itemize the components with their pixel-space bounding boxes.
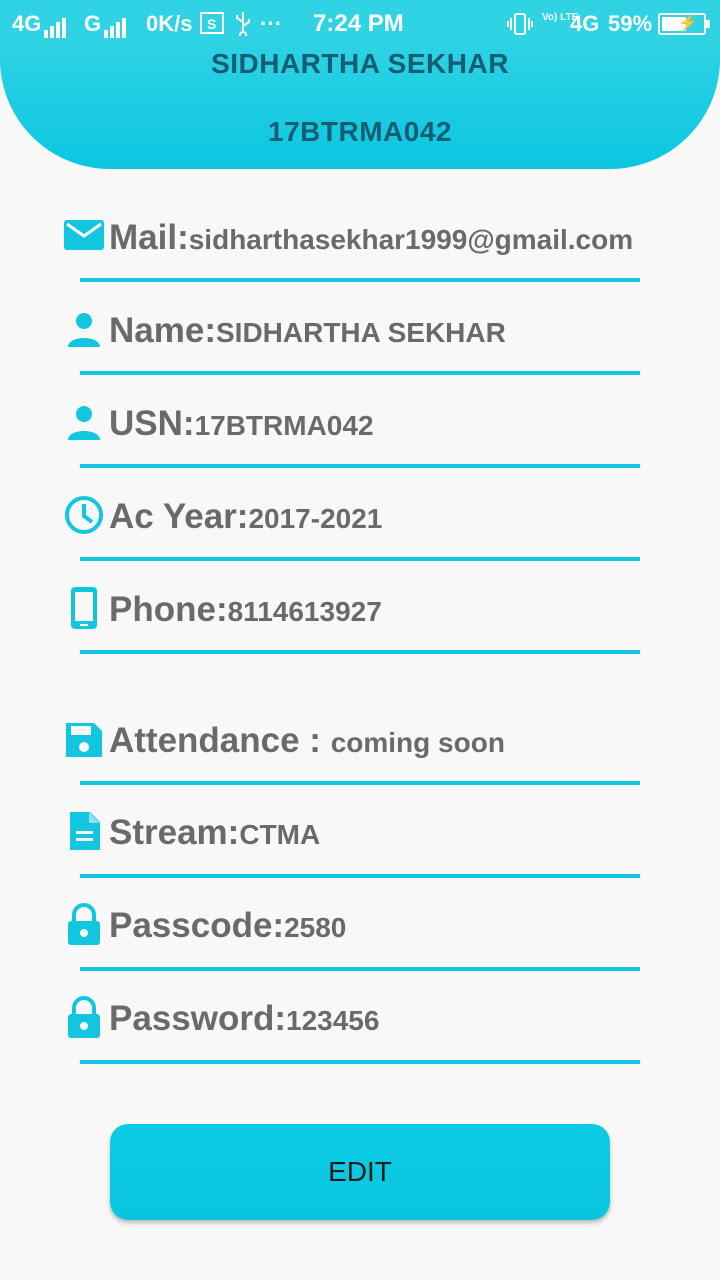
clock-time: 7:24 PM — [313, 10, 404, 37]
field-text: Ac Year:2017-2021 — [109, 497, 382, 537]
field-label: Attendance : — [109, 721, 331, 760]
clock-icon — [62, 493, 106, 537]
screenshot-icon: S — [200, 12, 224, 41]
field-text: Password:123456 — [109, 999, 379, 1039]
field-row: Ac Year:2017-2021 — [0, 493, 720, 553]
field-value: coming soon — [330, 727, 505, 758]
net-speed: 0K/s — [146, 11, 193, 36]
field-value: 2017-2021 — [248, 503, 383, 534]
field-value: CTMA — [239, 819, 321, 850]
field-value: SIDHARTHA SEKHAR — [215, 317, 506, 348]
field-text: Stream:CTMA — [109, 813, 320, 853]
field-value: 8114613927 — [227, 596, 382, 627]
lock-icon — [62, 995, 106, 1039]
save-icon — [62, 717, 106, 761]
field-underline — [80, 278, 640, 282]
battery-percent: 59% — [608, 11, 653, 36]
field-label: Mail: — [109, 218, 189, 257]
field-text: Attendance : coming soon — [109, 721, 505, 761]
field-underline — [80, 874, 640, 878]
field-row: Attendance : coming soon — [0, 717, 720, 777]
field-row: Mail:sidharthasekhar1999@gmail.com — [0, 214, 720, 274]
field-underline — [80, 557, 640, 561]
vibrate-icon — [506, 12, 534, 43]
field-row: Password:123456 — [0, 995, 720, 1055]
more-icon: ··· — [260, 11, 282, 36]
lock-icon — [62, 902, 106, 946]
person-icon — [62, 307, 106, 351]
field-row: Stream:CTMA — [0, 809, 720, 869]
usb-icon — [234, 10, 252, 43]
header-name: SIDHARTHA SEKHAR — [211, 48, 509, 79]
field-text: USN:17BTRMA042 — [109, 404, 374, 444]
field-value: 17BTRMA042 — [194, 410, 374, 441]
field-label: Ac Year: — [109, 497, 249, 536]
field-underline — [80, 1060, 640, 1064]
field-label: USN: — [109, 404, 195, 443]
field-underline — [80, 650, 640, 654]
field-value: 2580 — [284, 912, 347, 943]
field-label: Passcode: — [109, 906, 285, 945]
field-text: Name:SIDHARTHA SEKHAR — [109, 311, 506, 351]
volte-label: Vo) LTE — [542, 12, 579, 23]
network-g-label: G — [84, 11, 102, 36]
field-underline — [80, 464, 640, 468]
field-text: Phone:8114613927 — [109, 590, 382, 630]
svg-text:S: S — [207, 16, 216, 32]
field-text: Mail:sidharthasekhar1999@gmail.com — [109, 218, 633, 258]
field-label: Password: — [109, 999, 286, 1038]
phone-icon — [62, 586, 106, 630]
document-icon — [62, 809, 106, 853]
field-value: 123456 — [286, 1005, 380, 1036]
field-underline — [80, 781, 640, 785]
network-4g-label-2: 4G — [570, 11, 600, 36]
field-label: Phone: — [109, 590, 228, 629]
person-icon — [62, 400, 106, 444]
field-underline — [80, 967, 640, 971]
field-underline — [80, 371, 640, 375]
field-row: Passcode:2580 — [0, 902, 720, 962]
header-usn: 17BTRMA042 — [268, 116, 452, 147]
field-row: Phone:8114613927 — [0, 586, 720, 646]
field-label: Name: — [109, 311, 216, 350]
network-4g-label: 4G — [12, 11, 42, 36]
mail-icon — [62, 214, 106, 258]
signal-bars-icon — [44, 10, 68, 38]
field-text: Passcode:2580 — [109, 906, 346, 946]
field-label: Stream: — [109, 813, 240, 852]
field-row: USN:17BTRMA042 — [0, 400, 720, 460]
signal-bars-icon-2 — [104, 10, 128, 38]
edit-button[interactable]: EDIT — [110, 1124, 610, 1220]
field-value: sidharthasekhar1999@gmail.com — [188, 224, 634, 255]
battery-icon: ⚡ — [658, 13, 710, 35]
field-row: Name:SIDHARTHA SEKHAR — [0, 307, 720, 367]
status-bar: 4G G 0K/s S ··· 7:24 PM Vo) LTE 4G 59% ⚡ — [0, 0, 720, 48]
